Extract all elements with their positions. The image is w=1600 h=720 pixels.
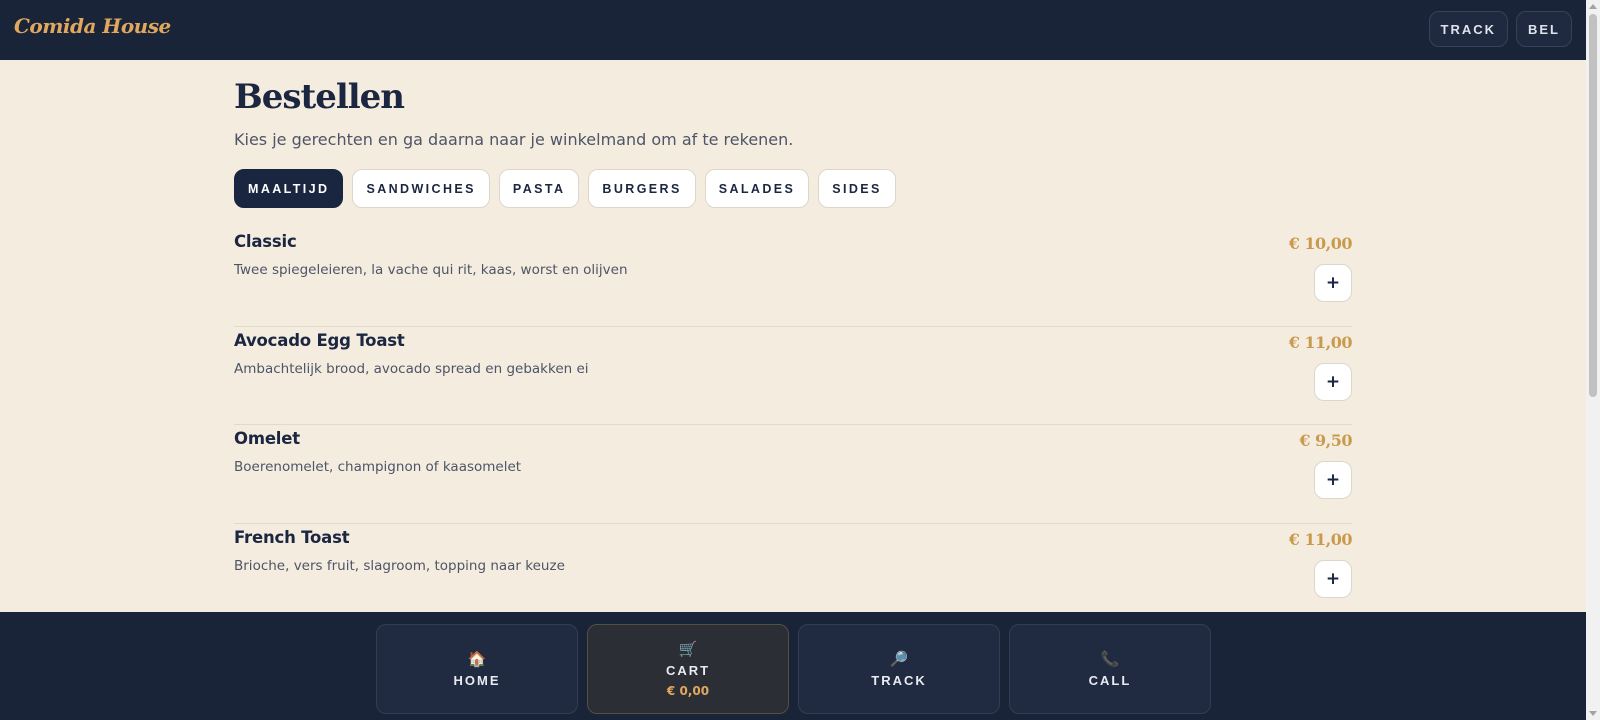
menu-item-description: Boerenomelet, champignon of kaasomelet [234,459,522,475]
page-subtitle: Kies je gerechten en ga daarna naar je w… [234,130,794,149]
nav-call-button[interactable]: 📞 CALL [1009,624,1211,714]
menu-item: Avocado Egg Toast Ambachtelijk brood, av… [234,327,1353,425]
nav-home-label: HOME [453,672,501,688]
menu-item: Omelet Boerenomelet, champignon of kaaso… [234,425,1352,524]
menu-item-price: € 9,50 [1299,431,1352,450]
tab-sandwiches[interactable]: SANDWICHES [352,169,490,208]
nav-track-button[interactable]: 🔎 TRACK [798,624,1000,714]
scroll-down-arrow-icon[interactable] [1589,711,1597,716]
call-button[interactable]: BEL [1516,11,1572,47]
bottom-nav-group: 🏠 HOME 🛒 CART € 0,00 🔎 TRACK 📞 CALL [376,624,1211,714]
scrollbar-thumb[interactable] [1589,14,1597,397]
tab-pasta[interactable]: PASTA [498,169,580,208]
menu-item-name: French Toast [234,527,350,547]
nav-track-label: TRACK [871,672,927,688]
add-to-cart-button[interactable]: + [1314,264,1352,302]
menu-item: French Toast Brioche, vers fruit, slagro… [234,524,1353,622]
menu-item-price: € 11,00 [1288,529,1353,549]
top-bar: Comida House TRACK BEL [0,0,1586,60]
house-icon: 🏠 [467,649,487,668]
scroll-up-arrow-icon[interactable] [1589,4,1597,9]
nav-call-label: CALL [1088,672,1132,688]
tab-salades[interactable]: SALADES [704,169,810,208]
menu-item-description: Twee spiegeleieren, la vache qui rit, ka… [234,262,628,278]
top-actions: TRACK BEL [1428,11,1572,47]
nav-home-button[interactable]: 🏠 HOME [376,624,578,714]
magnifier-icon: 🔎 [889,649,909,668]
add-to-cart-button[interactable]: + [1314,461,1352,499]
bottom-nav: 🏠 HOME 🛒 CART € 0,00 🔎 TRACK 📞 CALL [0,612,1586,720]
category-tabs: MAALTIJD SANDWICHES PASTA BURGERS SALADE… [234,169,896,208]
page-title: Bestellen [234,77,405,117]
menu-item-name: Avocado Egg Toast [234,330,405,350]
tab-burgers[interactable]: BURGERS [588,169,696,208]
menu-item-description: Ambachtelijk brood, avocado spread en ge… [234,360,589,377]
nav-cart-button[interactable]: 🛒 CART € 0,00 [587,624,789,714]
tab-sides[interactable]: SIDES [818,169,896,208]
menu-item-description: Brioche, vers fruit, slagroom, topping n… [234,557,565,574]
menu-item-price: € 11,00 [1288,332,1353,352]
menu-item-price: € 10,00 [1288,234,1353,253]
nav-cart-label: CART [665,662,711,678]
menu-item-name: Classic [234,232,297,251]
add-to-cart-button[interactable]: + [1314,362,1352,401]
cart-icon: 🛒 [678,639,698,658]
menu-item: Classic Twee spiegeleieren, la vache qui… [234,228,1353,327]
menu-item-name: Omelet [234,429,300,448]
menu-list: Classic Twee spiegeleieren, la vache qui… [234,228,1353,622]
scrollbar[interactable] [1586,0,1600,720]
add-to-cart-button[interactable]: + [1314,559,1352,598]
cart-total: € 0,00 [666,683,710,698]
brand-logo[interactable]: Comida House [14,14,171,38]
tab-maaltijd[interactable]: MAALTIJD [234,169,344,208]
phone-icon: 📞 [1100,649,1120,668]
track-button[interactable]: TRACK [1428,11,1508,47]
